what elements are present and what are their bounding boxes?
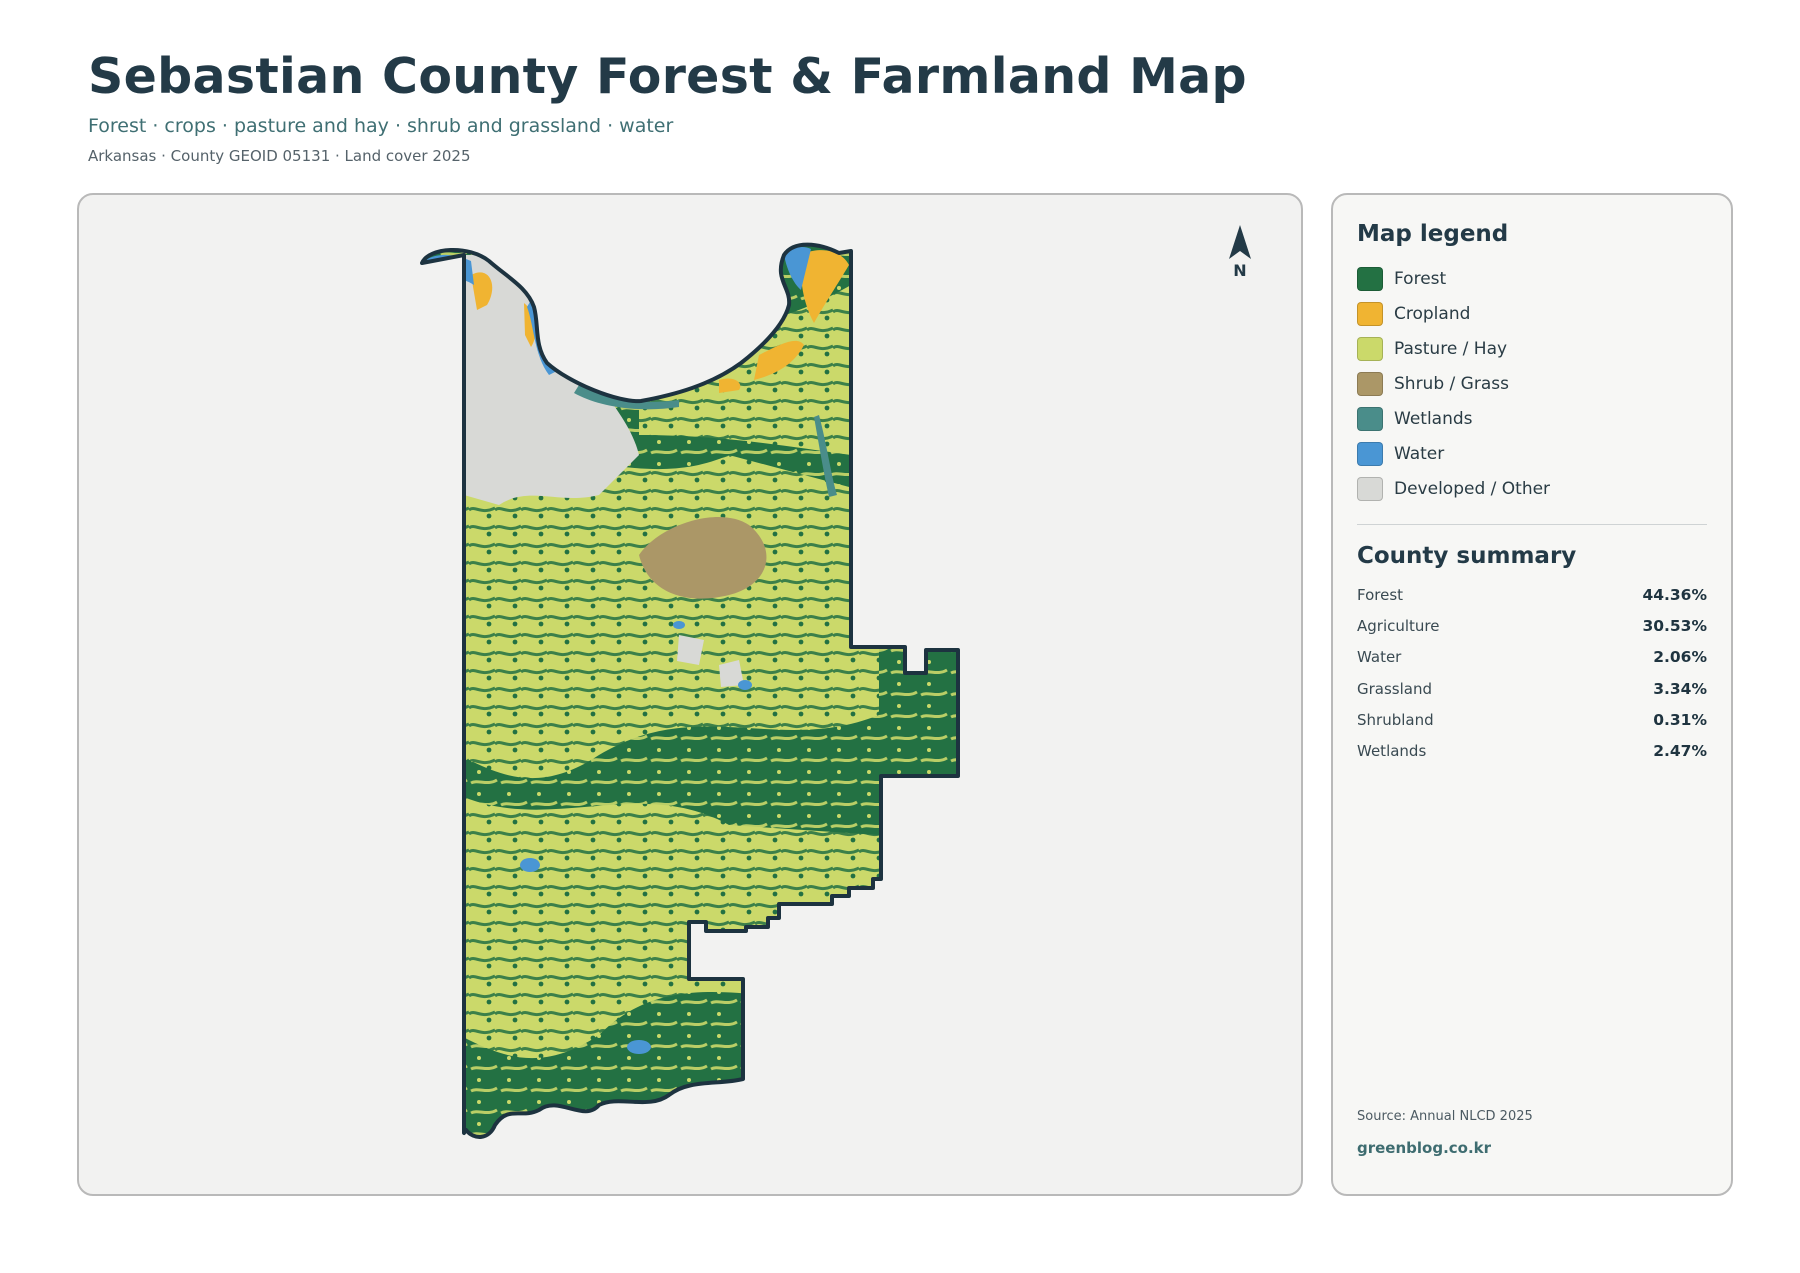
page-title: Sebastian County Forest & Farmland Map: [88, 48, 1247, 105]
legend-list: Forest Cropland Pasture / Hay Shrub / Gr…: [1357, 261, 1707, 506]
summary-row-water: Water 2.06%: [1357, 642, 1707, 673]
page-subtitle: Forest · crops · pasture and hay · shrub…: [88, 115, 674, 137]
summary-value: 44.36%: [1642, 585, 1707, 604]
summary-row-grassland: Grassland 3.34%: [1357, 673, 1707, 704]
summary-title: County summary: [1357, 543, 1577, 569]
legend-swatch: [1357, 406, 1383, 431]
legend-label: Forest: [1394, 268, 1447, 289]
north-label: N: [1233, 261, 1247, 280]
summary-label: Grassland: [1357, 679, 1432, 698]
legend-title: Map legend: [1357, 221, 1509, 247]
summary-value: 30.53%: [1642, 616, 1707, 635]
legend-label: Pasture / Hay: [1394, 338, 1508, 359]
summary-value: 2.47%: [1653, 742, 1707, 761]
summary-row-shrubland: Shrubland 0.31%: [1357, 704, 1707, 735]
legend-item-water: Water: [1357, 436, 1707, 471]
summary-value: 2.06%: [1653, 648, 1707, 667]
legend-swatch: [1357, 336, 1383, 361]
summary-list: Forest 44.36% Agriculture 30.53% Water 2…: [1357, 579, 1707, 767]
page-meta: Arkansas · County GEOID 05131 · Land cov…: [88, 147, 471, 165]
side-panel: Map legend Forest Cropland Pasture / Hay…: [1331, 193, 1733, 1196]
legend-item-pasture: Pasture / Hay: [1357, 331, 1707, 366]
summary-label: Agriculture: [1357, 616, 1440, 635]
legend-swatch: [1357, 441, 1383, 466]
legend-item-forest: Forest: [1357, 261, 1707, 296]
summary-label: Shrubland: [1357, 710, 1434, 729]
legend-swatch: [1357, 266, 1383, 291]
legend-swatch: [1357, 301, 1383, 326]
map-panel[interactable]: N: [77, 193, 1303, 1196]
legend-label: Shrub / Grass: [1394, 373, 1509, 394]
legend-item-cropland: Cropland: [1357, 296, 1707, 331]
legend-label: Developed / Other: [1394, 478, 1551, 499]
summary-label: Forest: [1357, 585, 1404, 604]
summary-row-agriculture: Agriculture 30.53%: [1357, 610, 1707, 641]
summary-row-wetlands: Wetlands 2.47%: [1357, 735, 1707, 766]
legend-item-wetlands: Wetlands: [1357, 401, 1707, 436]
county-map[interactable]: [79, 195, 1301, 1194]
legend-swatch: [1357, 476, 1383, 501]
summary-label: Water: [1357, 648, 1402, 667]
north-indicator: N: [1220, 225, 1260, 285]
site-link[interactable]: greenblog.co.kr: [1357, 1139, 1491, 1157]
summary-value: 0.31%: [1653, 710, 1707, 729]
legend-label: Wetlands: [1394, 408, 1473, 429]
north-arrow-icon: [1229, 225, 1251, 259]
summary-value: 3.34%: [1653, 679, 1707, 698]
header: Sebastian County Forest & Farmland Map F…: [88, 48, 1388, 165]
legend-item-developed: Developed / Other: [1357, 471, 1707, 506]
summary-row-forest: Forest 44.36%: [1357, 579, 1707, 610]
legend-label: Water: [1394, 443, 1445, 464]
legend-swatch: [1357, 371, 1383, 396]
source-note: Source: Annual NLCD 2025: [1357, 1109, 1533, 1124]
legend-item-shrub: Shrub / Grass: [1357, 366, 1707, 401]
summary-label: Wetlands: [1357, 742, 1427, 761]
legend-label: Cropland: [1394, 303, 1471, 324]
divider: [1357, 524, 1707, 525]
land-cover-layer: [422, 244, 958, 1137]
